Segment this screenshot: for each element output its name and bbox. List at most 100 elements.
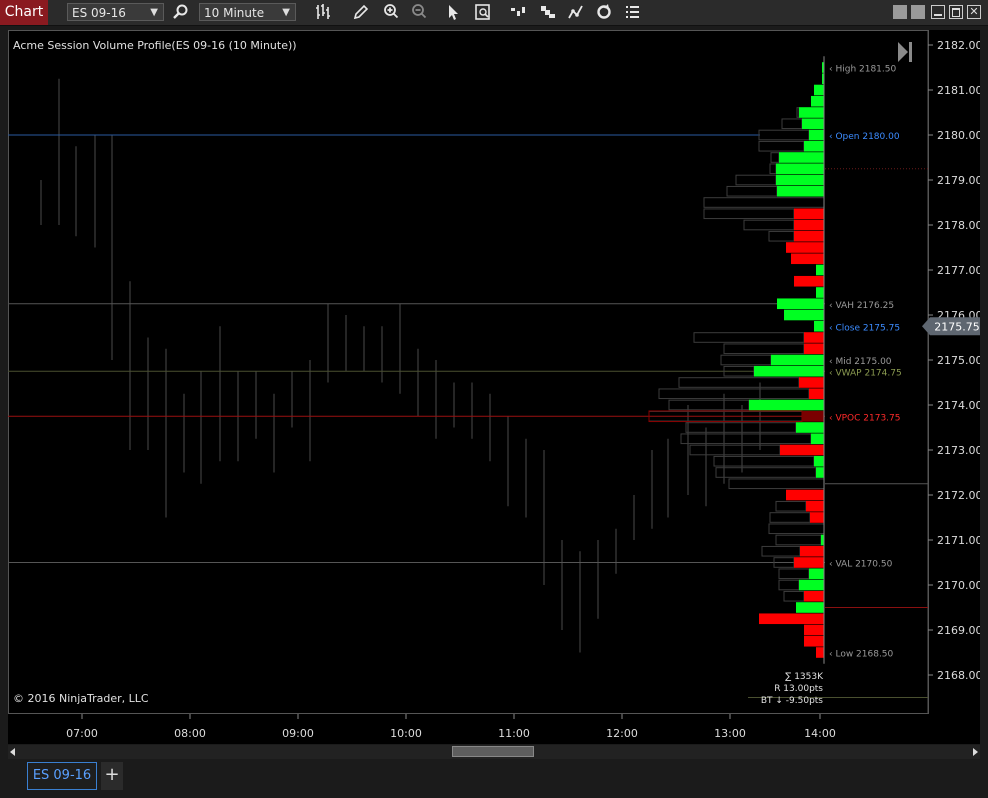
y-tick-label: 2173.00 <box>937 444 980 457</box>
profile-volume-bar <box>802 118 824 130</box>
profile-outline <box>770 152 780 163</box>
profile-outline <box>735 174 777 186</box>
profile-volume-bar <box>794 230 824 242</box>
chart-title: Acme Session Volume Profile(ES 09-16 (10… <box>13 39 297 52</box>
x-tick-label: 08:00 <box>174 727 206 740</box>
y-tick-label: 2178.00 <box>937 219 980 232</box>
profile-volume-bar <box>794 208 824 220</box>
y-tick-label: 2168.00 <box>937 669 980 682</box>
bar-type-icon[interactable] <box>313 2 333 22</box>
interval-value: 10 Minute <box>204 6 265 20</box>
profile-outline <box>678 377 800 388</box>
profile-outline <box>689 444 781 456</box>
y-tick-label: 2170.00 <box>937 579 980 592</box>
profile-volume-bar <box>810 512 824 523</box>
scroll-left-icon[interactable] <box>10 748 15 756</box>
data-box-icon[interactable] <box>473 2 493 22</box>
window-right-button[interactable] <box>911 5 925 19</box>
profile-volume-bar <box>814 84 824 96</box>
horizontal-scrollbar[interactable] <box>8 745 980 759</box>
profile-outline <box>693 332 805 343</box>
x-tick-label: 09:00 <box>282 727 314 740</box>
level-label-vpoc: ‹ VPOC 2173.75 <box>829 413 901 423</box>
profile-volume-bar <box>794 275 824 287</box>
profile-volume-bar <box>804 590 824 602</box>
strategy-icon[interactable] <box>566 2 586 22</box>
zoom-out-icon[interactable] <box>409 2 429 22</box>
zoom-in-icon[interactable] <box>381 2 401 22</box>
scroll-thumb[interactable] <box>452 746 534 757</box>
tab-es-09-16[interactable]: ES 09-16 <box>27 762 97 790</box>
profile-volume-bar <box>771 354 824 366</box>
profile-volume-bar <box>784 309 824 321</box>
level-label-val: ‹ VAL 2170.50 <box>829 560 893 570</box>
profile-volume-bar <box>779 152 824 163</box>
profile-outline <box>769 163 777 175</box>
profile-volume-bar <box>776 163 824 175</box>
minimize-button[interactable] <box>931 5 945 19</box>
chart-panel[interactable]: ‹ High 2181.50 ‹ Open 2180.00 ‹ VAH 2176.2… <box>8 30 980 744</box>
stats-bt: BT ↓ -9.50pts <box>761 696 823 706</box>
profile-volume-bar <box>814 320 824 332</box>
profile-outline <box>758 129 810 141</box>
profile-volume-bar <box>786 242 824 253</box>
stair-icon[interactable] <box>538 2 558 22</box>
profile-volume-bar <box>814 455 824 467</box>
play-forward-icon[interactable] <box>898 42 912 62</box>
stats-sum: ∑ 1353K <box>785 672 824 682</box>
chart-menu-button[interactable]: Chart <box>0 0 48 25</box>
profile-volume-bar <box>754 365 824 377</box>
profile-volume-bar <box>796 422 824 433</box>
profile-volume-bar <box>794 219 824 231</box>
instrument-selector[interactable]: ES 09-16 ▼ <box>67 3 164 21</box>
x-tick-label: 12:00 <box>606 727 638 740</box>
scroll-right-icon[interactable] <box>973 748 978 756</box>
x-tick-label: 11:00 <box>498 727 530 740</box>
profile-volume-bar <box>800 545 824 557</box>
interval-selector[interactable]: 10 Minute ▼ <box>199 3 296 21</box>
profile-outline <box>778 568 810 580</box>
chevron-down-icon: ▼ <box>282 7 290 18</box>
profile-volume-bar <box>777 185 824 197</box>
close-icon: ✕ <box>969 5 979 18</box>
refresh-icon[interactable] <box>594 2 614 22</box>
maximize-button[interactable] <box>949 5 963 19</box>
properties-icon[interactable] <box>622 2 642 22</box>
profile-volume-bar <box>804 343 824 355</box>
profile-outline <box>685 422 797 433</box>
profile-volume-bar <box>794 557 824 568</box>
level-label-high: ‹ High 2181.50 <box>829 65 896 75</box>
profile-outline <box>781 118 803 130</box>
toolbar: Chart ES 09-16 ▼ 10 Minute ▼ ✕ <box>0 0 988 26</box>
profile-volume-bar <box>804 140 824 152</box>
profile-outline <box>723 343 805 355</box>
chart-canvas[interactable]: ‹ High 2181.50 ‹ Open 2180.00 ‹ VAH 2176.2… <box>8 30 980 744</box>
profile-outline <box>726 185 778 197</box>
chevron-down-icon: ▼ <box>150 7 158 18</box>
profile-volume-bar <box>804 635 824 647</box>
profile-outline <box>668 399 750 411</box>
y-tick-label: 2171.00 <box>937 534 980 547</box>
draw-pencil-icon[interactable] <box>351 2 371 22</box>
y-tick-label: 2172.00 <box>937 489 980 502</box>
profile-volume-bar <box>809 568 824 580</box>
level-label-open: ‹ Open 2180.00 <box>829 132 900 142</box>
profile-outline <box>758 140 805 152</box>
profile-volume-bar <box>776 174 824 186</box>
magnifier-icon[interactable] <box>171 2 191 22</box>
profile-volume-bar <box>799 579 824 591</box>
chart-style-icon[interactable] <box>508 2 528 22</box>
profile-volume-bar <box>804 624 824 636</box>
pointer-icon[interactable] <box>443 2 463 22</box>
profile-volume-bar <box>786 489 824 501</box>
profile-outline <box>728 478 825 490</box>
y-tick-label: 2177.00 <box>937 264 980 277</box>
profile-volume-bar <box>799 107 824 118</box>
x-tick-label: 10:00 <box>390 727 422 740</box>
level-label-vah: ‹ VAH 2176.25 <box>829 301 894 311</box>
close-button[interactable]: ✕ <box>967 5 981 19</box>
add-tab-button[interactable]: + <box>101 762 123 790</box>
y-tick-label: 2169.00 <box>937 624 980 637</box>
profile-outline <box>658 388 810 400</box>
window-left-button[interactable] <box>893 5 907 19</box>
